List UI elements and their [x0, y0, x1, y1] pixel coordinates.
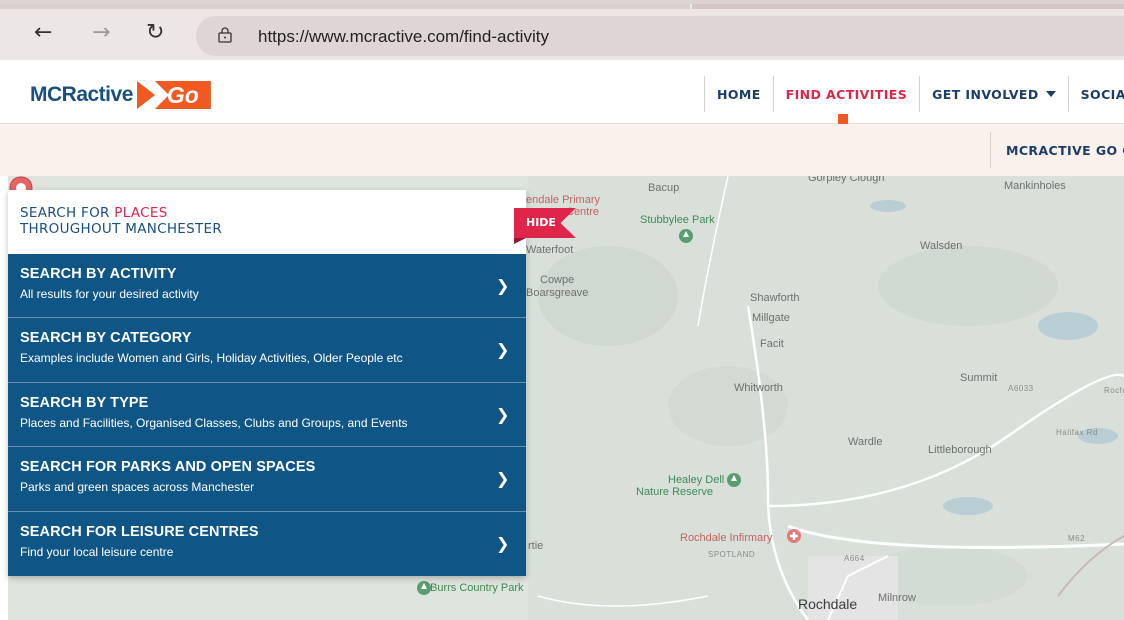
- nav-item-get-involved[interactable]: GET INVOLVED: [919, 76, 1068, 112]
- map-label: Shawforth: [750, 292, 800, 304]
- map-label: Roche: [1104, 386, 1124, 395]
- search-panel: SEARCH FOR PLACES THROUGHOUT MANCHESTER …: [8, 190, 576, 576]
- address-bar[interactable]: https://www.mcractive.com/find-activity: [196, 16, 1124, 56]
- browser-toolbar: ← → ↻ https://www.mcractive.com/find-act…: [0, 0, 1124, 60]
- map-label: Millgate: [752, 312, 790, 324]
- nav-label: SOCIAL: [1080, 86, 1124, 102]
- sub-nav-item[interactable]: MCRACTIVE GO C: [990, 132, 1124, 168]
- map-label: Littleborough: [928, 444, 992, 456]
- map-label: Healey Dell: [668, 474, 725, 486]
- map-label: A664: [844, 554, 865, 563]
- nav-label: HOME: [717, 86, 761, 102]
- search-leisure-centres-row[interactable]: SEARCH FOR LEISURE CENTRES Find your loc…: [8, 511, 526, 576]
- map-label: Rochdale: [798, 596, 858, 612]
- map-label: Walsden: [920, 240, 963, 252]
- map-label: rtie: [528, 540, 544, 552]
- map-label: Boarsgreave: [526, 287, 589, 299]
- map-label: Mankinholes: [1004, 180, 1066, 192]
- row-description: Examples include Women and Girls, Holida…: [20, 351, 403, 366]
- map-label: Wardle: [848, 436, 883, 448]
- row-title: SEARCH BY ACTIVITY: [20, 266, 177, 282]
- back-arrow-icon[interactable]: ←: [34, 22, 52, 44]
- map-label: Halifax Rd: [1056, 428, 1098, 437]
- caret-down-icon: [1045, 91, 1056, 97]
- map-label: M62: [1068, 534, 1086, 543]
- hide-panel-button[interactable]: HIDE: [514, 208, 582, 244]
- hide-label: HIDE: [526, 216, 556, 229]
- row-description: Places and Facilities, Organised Classes…: [20, 415, 408, 430]
- nav-label: FIND ACTIVITIES: [785, 86, 908, 102]
- row-description: Find your local leisure centre: [20, 544, 174, 559]
- row-title: SEARCH BY CATEGORY: [20, 330, 192, 347]
- reload-icon[interactable]: ↻: [146, 22, 164, 44]
- logo-go-badge: Go: [136, 81, 213, 109]
- park-icon[interactable]: [726, 472, 742, 490]
- lock-icon[interactable]: [218, 27, 232, 43]
- title-line2: THROUGHOUT MANCHESTER: [20, 221, 223, 237]
- map-label: A6033: [1008, 384, 1034, 393]
- browser-tab[interactable]: [0, 4, 690, 9]
- map-label: Gorpley Clough: [808, 176, 885, 184]
- row-title: SEARCH FOR PARKS AND OPEN SPACES: [20, 459, 316, 476]
- row-title: SEARCH FOR LEISURE CENTRES: [20, 523, 259, 540]
- site-header: MCRactive Go HOME FIND ACTIVITIES GET IN…: [0, 60, 1124, 124]
- search-by-activity-row[interactable]: SEARCH BY ACTIVITY All results for your …: [8, 254, 526, 319]
- browser-tab[interactable]: [692, 4, 1124, 9]
- row-description: Parks and green spaces across Manchester: [20, 480, 255, 495]
- nav-label: GET INVOLVED: [932, 86, 1039, 102]
- search-by-type-row[interactable]: SEARCH BY TYPE Places and Facilities, Or…: [8, 382, 526, 448]
- map-label: Rochdale Infirmary: [680, 532, 773, 544]
- map-label: Stubbylee Park: [640, 214, 715, 226]
- panel-title: SEARCH FOR PLACES THROUGHOUT MANCHESTER: [20, 205, 526, 237]
- map-label: SPOTLAND: [708, 550, 756, 559]
- map-label: Bacup: [648, 182, 680, 194]
- logo-go-text: Go: [166, 82, 199, 108]
- url-text[interactable]: https://www.mcractive.com/find-activity: [258, 27, 549, 47]
- map-label: Whitworth: [734, 382, 783, 394]
- map-label: Summit: [960, 372, 998, 384]
- chevron-right-icon: ❯: [496, 276, 510, 295]
- map-label: Burrs Country Park: [430, 582, 524, 594]
- chevron-right-icon: ❯: [496, 340, 510, 360]
- map-label: endale Primary: [526, 194, 600, 206]
- park-icon[interactable]: [416, 580, 432, 598]
- row-description: All results for your desired activity: [20, 287, 199, 301]
- chevron-right-icon: ❯: [496, 469, 510, 489]
- sub-nav-label: MCRACTIVE GO C: [1006, 142, 1124, 158]
- map-label: Cowpe: [540, 274, 575, 286]
- map-label: Facit: [760, 338, 784, 350]
- park-icon[interactable]: [678, 228, 694, 246]
- search-by-category-row[interactable]: SEARCH BY CATEGORY Examples include Wome…: [8, 318, 526, 383]
- row-title: SEARCH BY TYPE: [20, 394, 149, 411]
- logo-text: MCRactive: [30, 83, 133, 106]
- map-label: Waterfoot: [526, 244, 574, 256]
- title-highlight: PLACES: [114, 205, 168, 221]
- forward-arrow-icon[interactable]: →: [92, 22, 110, 44]
- title-prefix: SEARCH FOR: [20, 205, 115, 221]
- site-logo[interactable]: MCRactive Go: [30, 80, 213, 110]
- nav-item-social[interactable]: SOCIAL: [1067, 76, 1124, 112]
- chevron-right-icon: ❯: [496, 533, 510, 553]
- nav-item-find-activities[interactable]: FIND ACTIVITIES: [772, 76, 919, 112]
- sub-nav-bar: MCRACTIVE GO C: [0, 124, 1124, 176]
- chevron-right-icon: ❯: [496, 404, 510, 424]
- map-label: Milnrow: [878, 592, 916, 604]
- search-parks-row[interactable]: SEARCH FOR PARKS AND OPEN SPACES Parks a…: [8, 447, 526, 512]
- panel-header: SEARCH FOR PLACES THROUGHOUT MANCHESTER: [8, 190, 526, 254]
- main-nav: HOME FIND ACTIVITIES GET INVOLVED SOCIAL: [704, 76, 1124, 112]
- map-label: Nature Reserve: [636, 486, 714, 498]
- nav-item-home[interactable]: HOME: [704, 76, 773, 112]
- hospital-icon[interactable]: [786, 528, 802, 546]
